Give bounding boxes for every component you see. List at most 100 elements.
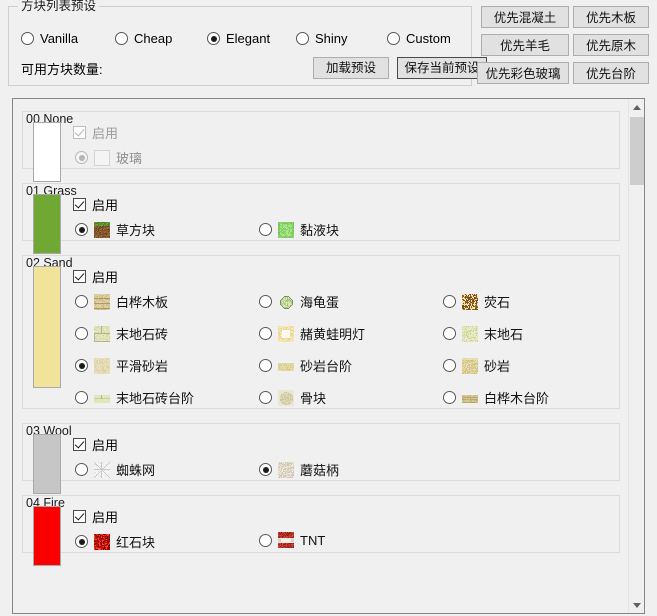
preset-radio-custom[interactable]: Custom xyxy=(387,31,451,46)
enable-checkbox-row[interactable]: 启用 xyxy=(73,195,118,214)
vertical-scrollbar[interactable] xyxy=(628,99,644,613)
block-option-label: TNT xyxy=(300,532,326,548)
block-option[interactable]: 末地石砖台阶 xyxy=(75,388,194,407)
radio-icon-shiny[interactable] xyxy=(296,32,309,45)
birch-slab-texture xyxy=(462,394,478,403)
block-option[interactable]: 末地石 xyxy=(443,324,523,343)
preset-radio-label: Shiny xyxy=(315,31,348,46)
radio-icon-block-option[interactable] xyxy=(443,327,456,340)
enable-label: 启用 xyxy=(92,270,119,285)
radio-icon-vanilla[interactable] xyxy=(21,32,34,45)
end-stone-texture xyxy=(462,325,478,342)
radio-icon-block-option[interactable] xyxy=(75,359,88,372)
radio-icon-block-option[interactable] xyxy=(259,327,272,340)
load-preset-button[interactable]: 加载预设 xyxy=(313,57,389,79)
enable-checkbox-row[interactable]: 启用 xyxy=(73,123,118,142)
radio-icon-block-option[interactable] xyxy=(259,463,272,476)
radio-icon-block-option xyxy=(75,151,88,164)
preset-groupbox: 方块列表预设 Vanilla Cheap Elegant Shiny Custom 可用… xyxy=(8,0,487,86)
block-option[interactable]: 白桦木台阶 xyxy=(443,388,549,407)
enable-checkbox-row[interactable]: 启用 xyxy=(73,267,118,286)
radio-icon-block-option[interactable] xyxy=(443,391,456,404)
block-option[interactable]: 黏液块 xyxy=(259,220,339,239)
radio-icon-block-option[interactable] xyxy=(75,295,88,308)
block-option[interactable]: 砂岩 xyxy=(443,356,510,375)
sandstone-texture xyxy=(462,357,478,374)
block-option-label: 红石块 xyxy=(116,535,156,550)
block-option-label: 蜘蛛网 xyxy=(116,463,156,478)
block-list-panel[interactable]: 00 None 启用 玻璃 01 Grass 启用 草方块 黏液块 02 Sand 启用 白桦木板… xyxy=(12,98,645,614)
available-block-count-label: 可用方块数量: xyxy=(21,62,103,77)
block-option[interactable]: 蜘蛛网 xyxy=(75,460,155,479)
preset-radio-label: Cheap xyxy=(134,31,173,46)
radio-icon-block-option[interactable] xyxy=(75,535,88,548)
cobweb-texture xyxy=(94,461,110,478)
smooth-sandstone-texture xyxy=(94,357,110,374)
ochre-froglight-texture xyxy=(278,325,294,342)
radio-icon-block-option[interactable] xyxy=(75,391,88,404)
radio-icon-block-option[interactable] xyxy=(259,533,272,547)
preset-radio-elegant[interactable]: Elegant xyxy=(207,31,270,46)
block-option[interactable]: 赭黄蛙明灯 xyxy=(259,324,365,343)
priority-button-4[interactable]: 优先原木 xyxy=(573,34,649,56)
enable-checkbox-row[interactable]: 启用 xyxy=(73,507,118,526)
radio-icon-custom[interactable] xyxy=(387,32,400,45)
block-option[interactable]: 蘑菇柄 xyxy=(259,460,339,479)
enable-checkbox[interactable] xyxy=(73,438,86,451)
tnt-texture xyxy=(278,532,294,548)
radio-icon-elegant[interactable] xyxy=(207,32,220,45)
radio-icon-block-option[interactable] xyxy=(75,463,88,476)
enable-checkbox-row[interactable]: 启用 xyxy=(73,435,118,454)
radio-icon-block-option[interactable] xyxy=(259,391,272,404)
block-option[interactable]: TNT xyxy=(259,532,325,548)
block-option[interactable]: 骨块 xyxy=(259,388,326,407)
block-group-color-swatch xyxy=(33,266,61,388)
block-option[interactable]: 砂岩台阶 xyxy=(259,356,352,375)
priority-button-1[interactable]: 优先混凝土 xyxy=(481,6,569,28)
radio-icon-block-option[interactable] xyxy=(443,359,456,372)
enable-checkbox[interactable] xyxy=(73,510,86,523)
block-option[interactable]: 荧石 xyxy=(443,292,510,311)
block-option[interactable]: 平滑砂岩 xyxy=(75,356,168,375)
preset-radio-cheap[interactable]: Cheap xyxy=(115,31,172,46)
radio-icon-block-option[interactable] xyxy=(443,295,456,308)
slime-block-texture xyxy=(278,221,294,238)
block-option[interactable]: 红石块 xyxy=(75,532,155,551)
block-option[interactable]: 草方块 xyxy=(75,220,155,239)
scroll-down-arrow-icon[interactable] xyxy=(629,597,644,613)
enable-label: 启用 xyxy=(92,438,119,453)
radio-icon-block-option[interactable] xyxy=(259,295,272,308)
block-option-label: 海龟蛋 xyxy=(300,295,340,310)
bone-block-texture xyxy=(278,389,294,406)
preset-radio-shiny[interactable]: Shiny xyxy=(296,31,348,46)
radio-icon-block-option[interactable] xyxy=(75,327,88,340)
block-group-color-swatch xyxy=(33,506,61,566)
block-option[interactable]: 海龟蛋 xyxy=(259,292,339,311)
block-option-label: 砂岩 xyxy=(484,359,511,374)
priority-button-2[interactable]: 优先木板 xyxy=(573,6,649,28)
block-option-label: 草方块 xyxy=(116,223,156,238)
radio-icon-cheap[interactable] xyxy=(115,32,128,45)
block-option-label: 白桦木板 xyxy=(116,295,169,310)
block-group-4: 04 Fire 启用 红石块 TNT xyxy=(22,495,620,566)
block-option-label: 黏液块 xyxy=(300,223,340,238)
priority-button-6[interactable]: 优先台阶 xyxy=(573,62,649,84)
priority-button-5[interactable]: 优先彩色玻璃 xyxy=(477,62,569,84)
scrollbar-thumb[interactable] xyxy=(630,117,644,185)
block-option-label: 蘑菇柄 xyxy=(300,463,340,478)
scroll-up-arrow-icon[interactable] xyxy=(629,99,644,115)
block-option-label: 荧石 xyxy=(484,295,511,310)
glowstone-texture xyxy=(462,293,478,310)
preset-radio-vanilla[interactable]: Vanilla xyxy=(21,31,78,46)
enable-checkbox[interactable] xyxy=(73,198,86,211)
block-option-label: 骨块 xyxy=(300,391,327,406)
radio-icon-block-option[interactable] xyxy=(259,359,272,372)
block-option[interactable]: 白桦木板 xyxy=(75,292,168,311)
radio-icon-block-option[interactable] xyxy=(259,223,272,236)
block-option-label: 末地石砖台阶 xyxy=(116,391,195,406)
block-option[interactable]: 末地石砖 xyxy=(75,324,168,343)
priority-button-3[interactable]: 优先羊毛 xyxy=(481,34,569,56)
save-current-preset-button[interactable]: 保存当前预设 xyxy=(397,57,487,79)
radio-icon-block-option[interactable] xyxy=(75,223,88,236)
enable-checkbox[interactable] xyxy=(73,270,86,283)
